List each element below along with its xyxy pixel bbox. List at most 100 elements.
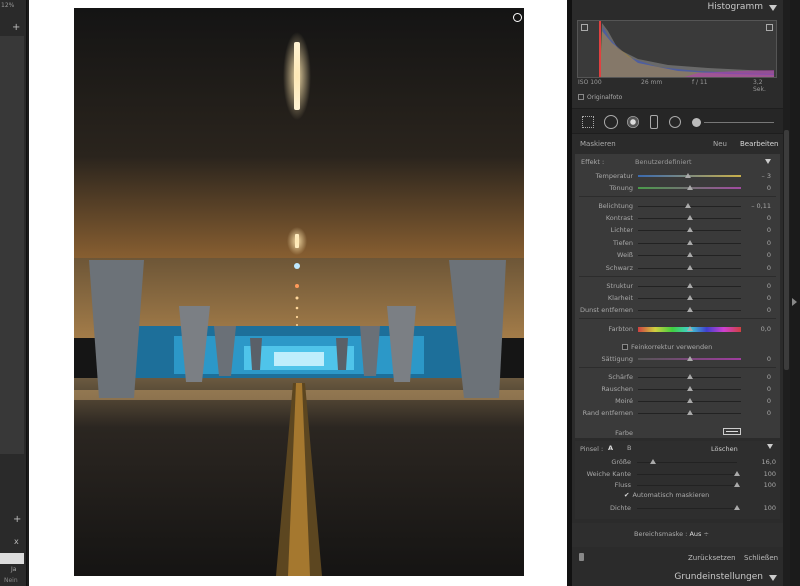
red-eye-icon[interactable]: [627, 116, 639, 128]
slider-row: Rand entfernen 0: [575, 408, 780, 419]
panel-switch-icon[interactable]: [579, 553, 584, 561]
effect-preset-value[interactable]: Benutzerdefiniert: [635, 158, 692, 166]
slider-value[interactable]: – 0,11: [751, 202, 771, 210]
slider-row: Farbton 0,0: [575, 324, 780, 335]
brush-slider-track[interactable]: [637, 474, 737, 475]
slider-handle[interactable]: [686, 410, 693, 415]
no-label[interactable]: Nein: [4, 577, 18, 584]
photo-art: [74, 8, 524, 576]
brush-slider-value[interactable]: 100: [764, 504, 776, 512]
collapse-triangle-icon[interactable]: [769, 5, 777, 11]
range-mask-stepper-icon[interactable]: ÷: [703, 530, 708, 538]
crop-tool-icon[interactable]: [582, 116, 594, 128]
fine-tune-toggle[interactable]: Feinkorrektur verwenden: [622, 343, 712, 351]
slider-label: Moiré: [615, 397, 633, 405]
slider-row: Belichtung – 0,11: [575, 201, 780, 212]
brush-slider-value[interactable]: 100: [764, 470, 776, 478]
basic-collapse-icon[interactable]: [769, 575, 777, 581]
zoom-level[interactable]: 12%: [0, 2, 27, 14]
slider-value[interactable]: 0: [767, 385, 771, 393]
scrollbar-thumb[interactable]: [784, 130, 789, 370]
histogram-header[interactable]: Histogramm: [572, 0, 783, 16]
lightroom-develop-window: 12% + + x Ja Nein Histogramm ISO 100 26 …: [0, 0, 800, 586]
slider-value[interactable]: – 3: [762, 172, 771, 180]
slider-handle[interactable]: [685, 203, 692, 208]
parking-garage-photo[interactable]: [74, 8, 524, 576]
brush-slider-value[interactable]: 100: [764, 481, 776, 489]
brush-slider-handle[interactable]: [650, 459, 656, 464]
reset-button[interactable]: Zurücksetzen: [688, 554, 736, 562]
slider-handle[interactable]: [686, 252, 693, 257]
color-swatch[interactable]: [723, 428, 741, 435]
slider-handle[interactable]: [686, 240, 693, 245]
slider-value[interactable]: 0: [767, 239, 771, 247]
slider-handle[interactable]: [686, 283, 693, 288]
slider-handle[interactable]: [685, 173, 692, 178]
mask-new-button[interactable]: Neu: [713, 140, 727, 148]
brush-a-button[interactable]: A: [608, 444, 613, 452]
slider-handle[interactable]: [686, 356, 693, 361]
slider-value[interactable]: 0: [767, 282, 771, 290]
add-preset-icon[interactable]: +: [12, 22, 20, 33]
slider-value[interactable]: 0: [767, 294, 771, 302]
collapse-right-panel-icon[interactable]: [792, 298, 797, 306]
slider-handle[interactable]: [686, 185, 693, 190]
slider-value[interactable]: 0: [767, 184, 771, 192]
overlay-toggle-icon[interactable]: [513, 13, 522, 22]
brush-b-button[interactable]: B: [627, 444, 631, 452]
original-photo-checkbox[interactable]: [578, 94, 584, 100]
radial-filter-icon[interactable]: [669, 116, 681, 128]
slider-handle[interactable]: [686, 307, 693, 312]
graduated-filter-icon[interactable]: [650, 115, 658, 129]
slider-value[interactable]: 0: [767, 226, 771, 234]
original-photo-toggle[interactable]: Originalfoto: [578, 94, 622, 101]
yes-button[interactable]: [0, 553, 24, 564]
slider-value[interactable]: 0,0: [761, 325, 771, 333]
original-photo-label: Originalfoto: [587, 94, 623, 101]
brush-slider-row: Größe 16,0: [575, 457, 780, 468]
effect-row[interactable]: Effekt : Benutzerdefiniert: [581, 158, 776, 166]
add-snapshot-icon[interactable]: +: [13, 514, 21, 525]
brush-slider-track[interactable]: [637, 485, 737, 486]
adjustment-brush-icon[interactable]: [692, 118, 701, 127]
slider-value[interactable]: 0: [767, 214, 771, 222]
brush-slider-value[interactable]: 16,0: [762, 458, 776, 466]
slider-handle[interactable]: [686, 374, 693, 379]
histogram-curve: [599, 21, 774, 77]
auto-mask-check-icon[interactable]: ✔: [624, 491, 629, 499]
slider-value[interactable]: 0: [767, 264, 771, 272]
range-mask-row[interactable]: Bereichsmaske : Aus ÷: [572, 523, 783, 547]
effect-dropdown-icon[interactable]: [765, 159, 771, 164]
brush-slider-handle[interactable]: [734, 505, 740, 510]
spot-removal-icon[interactable]: [604, 115, 618, 129]
slider-handle[interactable]: [686, 265, 693, 270]
slider-handle[interactable]: [686, 326, 693, 331]
slider-handle[interactable]: [686, 227, 693, 232]
brush-slider-handle[interactable]: [734, 482, 740, 487]
slider-label: Schwarz: [605, 264, 633, 272]
auto-mask-toggle[interactable]: ✔ Automatisch maskieren: [624, 491, 709, 499]
slider-value[interactable]: 0: [767, 306, 771, 314]
slider-value[interactable]: 0: [767, 397, 771, 405]
slider-value[interactable]: 0: [767, 409, 771, 417]
slider-handle[interactable]: [686, 398, 693, 403]
brush-erase-button[interactable]: Löschen: [711, 445, 738, 453]
slider-handle[interactable]: [686, 295, 693, 300]
brush-collapse-icon[interactable]: [767, 444, 773, 449]
basic-header[interactable]: Grundeinstellungen: [572, 570, 783, 586]
slider-value[interactable]: 0: [767, 355, 771, 363]
iso-value: ISO 100: [578, 79, 602, 86]
close-icon[interactable]: x: [14, 537, 19, 546]
range-mask-value[interactable]: Aus: [689, 530, 701, 538]
highlight-clipping-icon[interactable]: [766, 24, 773, 31]
slider-handle[interactable]: [686, 386, 693, 391]
shadow-clipping-icon[interactable]: [581, 24, 588, 31]
brush-slider-track[interactable]: [637, 508, 737, 509]
slider-value[interactable]: 0: [767, 251, 771, 259]
mask-edit-button[interactable]: Bearbeiten: [740, 140, 778, 148]
close-button[interactable]: Schließen: [744, 554, 778, 562]
slider-value[interactable]: 0: [767, 373, 771, 381]
fine-tune-checkbox[interactable]: [622, 344, 628, 350]
slider-handle[interactable]: [686, 215, 693, 220]
brush-slider-handle[interactable]: [734, 471, 740, 476]
